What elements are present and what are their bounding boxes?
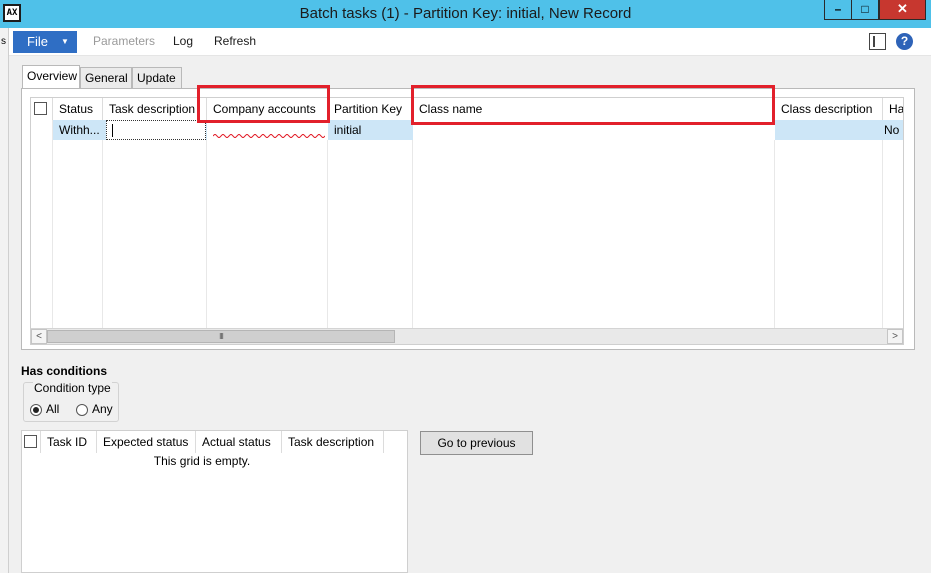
highlight-company-accounts (197, 85, 330, 123)
log-button[interactable]: Log (173, 34, 193, 48)
column-header-class-description[interactable]: Class description (775, 98, 883, 120)
tab-general[interactable]: General (80, 67, 132, 88)
radio-all-label[interactable]: All (46, 402, 59, 416)
select-all-header (22, 431, 41, 453)
condition-type-label: Condition type (33, 381, 112, 395)
column-header-ha[interactable]: Ha (883, 98, 903, 120)
column-header-status[interactable]: Status (53, 98, 103, 120)
conditions-grid: Task ID Expected status Actual status Ta… (21, 430, 408, 573)
text-caret (112, 124, 113, 137)
background-text-fragment: s (1, 36, 6, 47)
column-header-partition-key[interactable]: Partition Key (328, 98, 413, 120)
cell-ha[interactable]: No (878, 120, 903, 140)
form-area: Overview General Update Status Task desc… (9, 56, 931, 573)
cell-class-description[interactable] (775, 120, 883, 140)
select-all-checkbox[interactable] (24, 435, 37, 448)
column-divider (413, 120, 775, 328)
column-header-actual-status[interactable]: Actual status (196, 431, 282, 453)
spellcheck-underline (213, 134, 325, 138)
column-header-expected-status[interactable]: Expected status (97, 431, 196, 453)
tab-update[interactable]: Update (132, 67, 182, 88)
column-divider (103, 120, 207, 328)
maximize-button[interactable]: □ (851, 0, 879, 20)
column-header-task-id[interactable]: Task ID (41, 431, 97, 453)
radio-any-label[interactable]: Any (92, 402, 113, 416)
close-button[interactable]: ✕ (879, 0, 926, 20)
column-divider (53, 120, 103, 328)
column-divider (31, 120, 53, 328)
section-title-has-conditions: Has conditions (21, 364, 108, 378)
scroll-right-icon[interactable]: > (887, 329, 903, 344)
file-menu-label: File (27, 34, 48, 49)
column-header-task-description[interactable]: Task description (103, 98, 207, 120)
task-description-input[interactable] (106, 120, 206, 140)
radio-any[interactable] (76, 404, 88, 416)
column-divider (775, 120, 883, 328)
column-divider (207, 120, 328, 328)
select-all-checkbox[interactable] (34, 102, 47, 115)
tab-overview[interactable]: Overview (22, 65, 80, 88)
horizontal-scrollbar[interactable]: < III > (31, 328, 903, 344)
layout-icon[interactable] (869, 33, 886, 50)
batch-tasks-grid: Status Task description Company accounts… (30, 97, 904, 345)
highlight-class-name (411, 85, 775, 125)
empty-grid-message: This grid is empty. (153, 454, 251, 468)
title-bar: AX Batch tasks (1) - Partition Key: init… (0, 0, 931, 28)
cell-status[interactable]: Withh... (53, 120, 103, 140)
condition-type-group: Condition type All Any (23, 381, 119, 422)
overview-tab-panel: Status Task description Company accounts… (21, 88, 915, 350)
scrollbar-thumb[interactable]: III (47, 330, 395, 343)
cell-partition-key[interactable]: initial (328, 120, 413, 140)
select-all-header (31, 98, 53, 120)
chevron-down-icon: ▼ (61, 37, 69, 46)
scroll-left-icon[interactable]: < (31, 329, 47, 344)
refresh-button[interactable]: Refresh (214, 34, 256, 48)
column-header-task-description[interactable]: Task description (282, 431, 384, 453)
file-menu-button[interactable]: File ▼ (13, 31, 77, 53)
help-icon[interactable]: ? (896, 33, 913, 50)
radio-all[interactable] (30, 404, 42, 416)
background-window-edge: s (0, 28, 9, 573)
window-title: Batch tasks (1) - Partition Key: initial… (299, 5, 632, 22)
parameters-button[interactable]: Parameters (93, 34, 155, 48)
column-divider (328, 120, 413, 328)
go-to-previous-button[interactable]: Go to previous (420, 431, 533, 455)
action-pane: File ▼ Parameters Log Refresh ? (9, 28, 931, 56)
minimize-button[interactable]: – (824, 0, 852, 20)
